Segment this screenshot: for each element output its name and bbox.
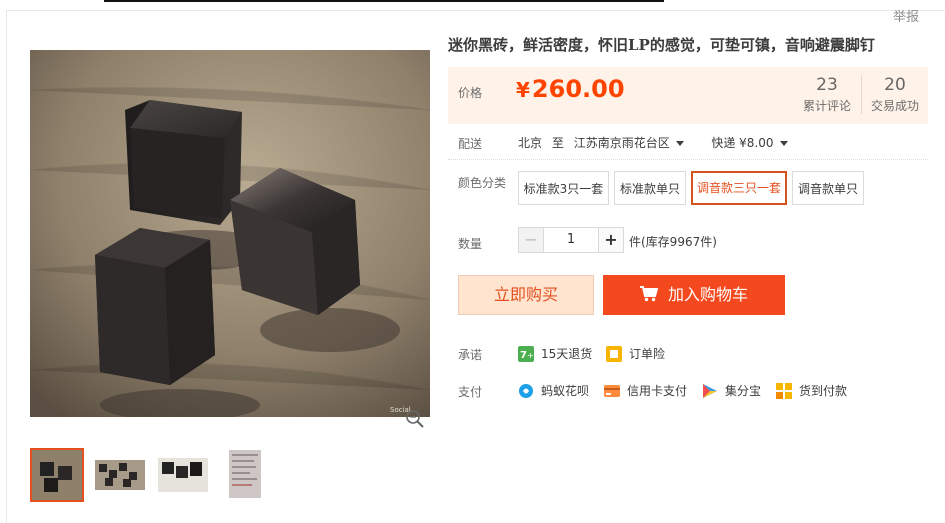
- sku-option-3-selected[interactable]: 调音款三只一套: [691, 171, 787, 205]
- add-to-cart-button[interactable]: 加入购物车: [603, 275, 785, 315]
- buy-now-button[interactable]: 立即购买: [458, 275, 594, 315]
- price-label: 价格: [458, 86, 483, 100]
- top-strip: [0, 0, 945, 2]
- zoom-icon[interactable]: [404, 408, 426, 430]
- promise-label: 承诺: [458, 348, 483, 362]
- delivery-from: 北京: [518, 136, 543, 150]
- cart-icon: [639, 286, 658, 302]
- promise-order-insurance[interactable]: 订单险: [606, 345, 665, 362]
- shield-icon: [606, 345, 622, 362]
- quantity-minus-button[interactable]: −: [518, 227, 544, 253]
- delivery-label: 配送: [458, 137, 483, 151]
- chevron-down-icon: [779, 141, 788, 146]
- cash-on-delivery-icon: [776, 382, 792, 399]
- thumbnail-3[interactable]: [158, 448, 208, 498]
- deals-stat: 20 交易成功: [861, 75, 928, 114]
- thumbnail-1[interactable]: [30, 448, 84, 502]
- payment-jifenbao[interactable]: 集分宝: [702, 382, 761, 399]
- svg-text:+: +: [527, 351, 534, 360]
- thumbnail-4[interactable]: [223, 448, 273, 498]
- report-link[interactable]: 举报: [893, 6, 919, 25]
- shipping-select[interactable]: 快递 ¥8.00: [711, 136, 788, 150]
- deals-label: 交易成功: [870, 99, 919, 113]
- divider: [448, 159, 928, 161]
- payment-label: 支付: [458, 385, 483, 399]
- seven-day-return-icon: 7 +: [518, 345, 534, 362]
- reviews-count: 23: [816, 75, 838, 95]
- credit-card-icon: [604, 384, 620, 397]
- sku-label: 颜色分类: [458, 176, 507, 190]
- quantity-plus-button[interactable]: +: [598, 227, 624, 253]
- quantity-label: 数量: [458, 237, 483, 251]
- delivery-destination-select[interactable]: 江苏南京雨花台区: [574, 136, 684, 150]
- add-to-cart-label: 加入购物车: [667, 285, 748, 304]
- delivery-to-word: 至: [551, 136, 564, 150]
- sku-option-4[interactable]: 调音款单只: [792, 171, 864, 205]
- payment-cash-on-delivery[interactable]: 货到付款: [776, 382, 847, 399]
- sku-option-1[interactable]: 标准款3只一套: [518, 171, 609, 205]
- price-panel: 价格 ¥260.00 23 累计评论 20 交易成功: [448, 67, 928, 124]
- payment-huabei[interactable]: 蚂蚁花呗: [518, 382, 589, 399]
- thumbnail-2[interactable]: [95, 448, 145, 498]
- sku-option-2[interactable]: 标准款单只: [614, 171, 686, 205]
- huabei-icon: [519, 383, 533, 398]
- price-value: ¥260.00: [516, 75, 625, 103]
- main-product-image[interactable]: Social: [30, 50, 430, 417]
- deals-count: 20: [884, 75, 906, 95]
- product-title: 迷你黑砖，鲜活密度，怀旧LP的感觉，可垫可镇，音响避震脚钉: [448, 36, 875, 54]
- payment-credit-card[interactable]: 信用卡支付: [604, 382, 687, 399]
- chevron-down-icon: [675, 141, 684, 146]
- delivery-info: 北京 至 江苏南京雨花台区 快递 ¥8.00: [518, 134, 788, 151]
- reviews-stat[interactable]: 23 累计评论: [794, 75, 860, 114]
- stock-text: 件(库存9967件): [629, 235, 717, 249]
- jifenbao-icon: [703, 383, 717, 398]
- svg-text:7: 7: [520, 350, 527, 361]
- promise-15-day-return[interactable]: 7 + 15天退货: [518, 345, 592, 362]
- reviews-label: 累计评论: [802, 99, 851, 113]
- quantity-input[interactable]: 1: [544, 227, 598, 253]
